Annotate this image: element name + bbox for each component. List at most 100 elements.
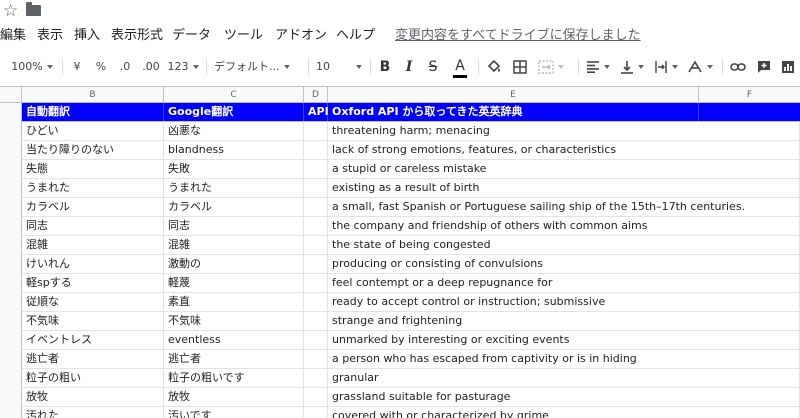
font-select[interactable]: デフォルト... bbox=[214, 53, 302, 81]
table-cell[interactable] bbox=[699, 274, 800, 292]
table-cell[interactable]: threatening harm; menacing bbox=[328, 122, 699, 140]
column-header-c[interactable]: C bbox=[164, 87, 304, 103]
text-rotation-icon[interactable] bbox=[686, 53, 714, 81]
table-cell[interactable]: 粒子の粗い bbox=[22, 369, 164, 387]
table-cell[interactable] bbox=[699, 122, 800, 140]
table-cell[interactable] bbox=[699, 141, 800, 159]
column-header-d[interactable]: D bbox=[304, 87, 328, 103]
table-cell[interactable]: イベントレス bbox=[22, 331, 164, 349]
table-cell[interactable]: existing as a result of birth bbox=[328, 179, 699, 197]
table-cell[interactable] bbox=[699, 369, 800, 387]
percent-button[interactable]: % bbox=[92, 53, 110, 81]
save-status-link[interactable]: 変更内容をすべてドライブに保存しました bbox=[395, 26, 641, 46]
table-cell[interactable]: eventless bbox=[164, 331, 304, 349]
table-cell[interactable]: 軽蔑 bbox=[164, 274, 304, 292]
table-cell[interactable] bbox=[304, 122, 328, 140]
table-cell[interactable]: blandness bbox=[164, 141, 304, 159]
header-cell[interactable]: 自動翻訳 bbox=[22, 103, 164, 121]
table-cell[interactable]: 同志 bbox=[164, 217, 304, 235]
table-cell[interactable]: 汚いです bbox=[164, 407, 304, 418]
corner-cell[interactable] bbox=[0, 87, 22, 103]
table-cell[interactable]: strange and frightening bbox=[328, 312, 699, 330]
table-cell[interactable]: feel contempt or a deep repugnance for bbox=[328, 274, 699, 292]
table-cell[interactable] bbox=[304, 388, 328, 406]
menu-data[interactable]: データ bbox=[172, 26, 211, 46]
table-cell[interactable]: 逃亡者 bbox=[164, 350, 304, 368]
menu-edit[interactable]: 編集 bbox=[0, 26, 26, 46]
table-cell[interactable] bbox=[304, 217, 328, 235]
comment-icon[interactable] bbox=[754, 53, 774, 81]
menu-insert[interactable]: 挿入 bbox=[74, 26, 100, 46]
table-cell[interactable]: 粒子の粗いです bbox=[164, 369, 304, 387]
table-cell[interactable]: 不気味 bbox=[164, 312, 304, 330]
table-cell[interactable]: うまれた bbox=[22, 179, 164, 197]
decimal-increase-button[interactable]: .00 bbox=[140, 53, 162, 81]
table-cell[interactable] bbox=[304, 293, 328, 311]
table-cell[interactable] bbox=[699, 236, 800, 254]
table-cell[interactable]: unmarked by interesting or exciting even… bbox=[328, 331, 699, 349]
borders-icon[interactable] bbox=[510, 53, 530, 81]
table-cell[interactable]: the company and friendship of others wit… bbox=[328, 217, 699, 235]
menu-view[interactable]: 表示 bbox=[37, 26, 63, 46]
zoom-select[interactable]: 100% bbox=[8, 53, 56, 81]
table-cell[interactable]: 同志 bbox=[22, 217, 164, 235]
table-cell[interactable] bbox=[699, 198, 800, 216]
text-wrap-icon[interactable] bbox=[652, 53, 680, 81]
table-cell[interactable] bbox=[304, 141, 328, 159]
table-cell[interactable]: a small, fast Spanish or Portuguese sail… bbox=[328, 198, 699, 216]
more-formats-button[interactable]: 123 bbox=[166, 53, 200, 81]
header-cell[interactable]: Google翻訳 bbox=[164, 103, 304, 121]
menu-addons[interactable]: アドオン bbox=[275, 26, 327, 46]
text-color-button[interactable]: A bbox=[450, 53, 470, 81]
align-left-icon[interactable] bbox=[584, 53, 612, 81]
table-cell[interactable]: 素直 bbox=[164, 293, 304, 311]
table-cell[interactable]: 逃亡者 bbox=[22, 350, 164, 368]
table-cell[interactable]: ひどい bbox=[22, 122, 164, 140]
star-icon[interactable]: ☆ bbox=[3, 1, 18, 21]
table-cell[interactable] bbox=[699, 160, 800, 178]
table-cell[interactable]: a stupid or careless mistake bbox=[328, 160, 699, 178]
table-cell[interactable] bbox=[304, 312, 328, 330]
menu-help[interactable]: ヘルプ bbox=[336, 26, 375, 46]
merge-cells-icon[interactable] bbox=[536, 53, 566, 81]
header-cell[interactable]: API bbox=[304, 103, 328, 121]
table-cell[interactable]: うまれた bbox=[164, 179, 304, 197]
table-cell[interactable]: granular bbox=[328, 369, 699, 387]
header-cell[interactable]: Oxford API から取ってきた英英辞典 bbox=[328, 103, 699, 121]
column-header-e[interactable]: E bbox=[328, 87, 699, 103]
table-cell[interactable]: 放牧 bbox=[164, 388, 304, 406]
table-cell[interactable] bbox=[699, 350, 800, 368]
table-cell[interactable]: 失敗 bbox=[164, 160, 304, 178]
table-cell[interactable] bbox=[304, 255, 328, 273]
table-cell[interactable] bbox=[699, 312, 800, 330]
table-cell[interactable]: 失態 bbox=[22, 160, 164, 178]
table-cell[interactable]: 軽spする bbox=[22, 274, 164, 292]
strikethrough-button[interactable]: S bbox=[424, 53, 442, 81]
table-cell[interactable] bbox=[304, 236, 328, 254]
table-cell[interactable] bbox=[304, 407, 328, 418]
fill-color-icon[interactable] bbox=[484, 53, 504, 81]
table-cell[interactable] bbox=[304, 369, 328, 387]
menu-format[interactable]: 表示形式 bbox=[111, 26, 163, 46]
table-cell[interactable]: カラベル bbox=[22, 198, 164, 216]
table-cell[interactable]: covered with or characterized by grime bbox=[328, 407, 699, 418]
decimal-decrease-button[interactable]: .0 bbox=[116, 53, 134, 81]
vertical-align-icon[interactable] bbox=[618, 53, 646, 81]
table-cell[interactable] bbox=[699, 407, 800, 418]
chart-icon[interactable] bbox=[778, 53, 798, 81]
table-cell[interactable]: the state of being congested bbox=[328, 236, 699, 254]
table-cell[interactable]: 従順な bbox=[22, 293, 164, 311]
table-cell[interactable]: grassland suitable for pasturage bbox=[328, 388, 699, 406]
bold-button[interactable]: B bbox=[376, 53, 394, 81]
table-cell[interactable]: 混雑 bbox=[22, 236, 164, 254]
table-cell[interactable] bbox=[304, 160, 328, 178]
table-cell[interactable]: 凶悪な bbox=[164, 122, 304, 140]
column-header-b[interactable]: B bbox=[22, 87, 164, 103]
table-cell[interactable]: 放牧 bbox=[22, 388, 164, 406]
table-cell[interactable] bbox=[699, 255, 800, 273]
table-cell[interactable]: lack of strong emotions, features, or ch… bbox=[328, 141, 699, 159]
table-cell[interactable] bbox=[304, 274, 328, 292]
table-cell[interactable]: ready to accept control or instruction; … bbox=[328, 293, 699, 311]
table-cell[interactable] bbox=[699, 293, 800, 311]
table-cell[interactable] bbox=[699, 388, 800, 406]
